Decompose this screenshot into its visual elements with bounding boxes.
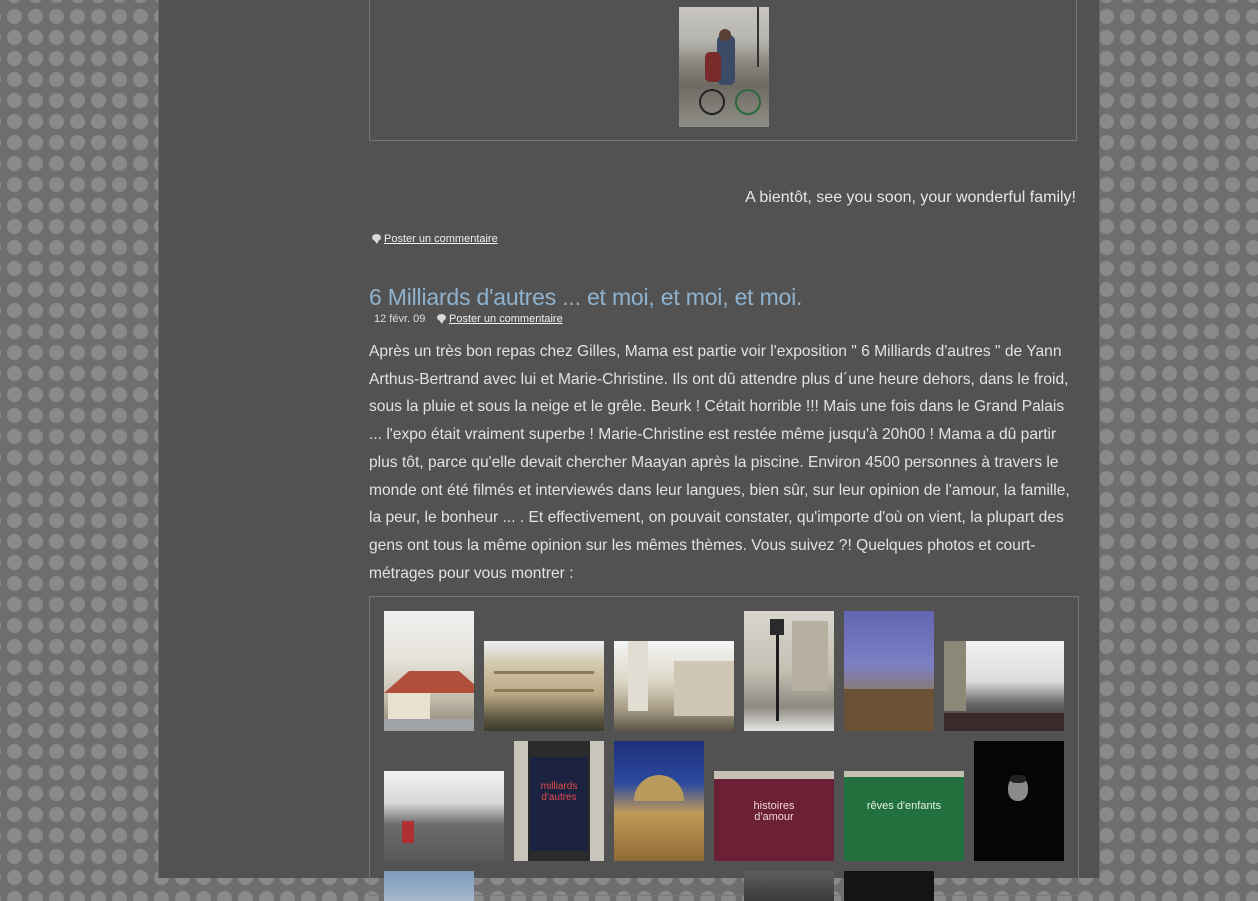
- previous-post-image-frame: [369, 0, 1077, 141]
- poster-text: histoires d'amour: [753, 800, 795, 823]
- post-date: 12 févr. 09: [374, 313, 426, 325]
- family-bicycle-photo[interactable]: [679, 7, 769, 127]
- gallery-photo[interactable]: [384, 871, 474, 901]
- photo-gallery: milliards d'autres histoires d'amour rêv…: [369, 596, 1079, 901]
- post-comment-link[interactable]: Poster un commentaire: [384, 233, 498, 245]
- post-body: Après un très bon repas chez Gilles, Mam…: [369, 343, 1070, 582]
- post-title[interactable]: 6 Milliards d'autres ... et moi, et moi,…: [369, 284, 802, 311]
- gallery-photo[interactable]: [614, 741, 704, 861]
- poster-text: rêves d'enfants: [866, 800, 942, 812]
- comment-bubble-icon: [437, 314, 446, 324]
- gallery-photo[interactable]: [744, 871, 834, 901]
- gallery-photo[interactable]: [614, 641, 734, 731]
- gallery-photo[interactable]: [484, 641, 604, 731]
- comment-bubble-icon: [372, 234, 381, 244]
- gallery-photo[interactable]: [744, 611, 834, 731]
- reves-poster-photo[interactable]: rêves d'enfants: [844, 771, 964, 861]
- gallery-photo[interactable]: [844, 611, 934, 731]
- blog-content-column: A bientôt, see you soon, your wonderful …: [158, 0, 1100, 901]
- gallery-photo[interactable]: [384, 771, 504, 861]
- poster-text: milliards d'autres: [540, 781, 578, 803]
- histoires-poster-photo[interactable]: histoires d'amour: [714, 771, 834, 861]
- farewell-text: A bientôt, see you soon, your wonderful …: [745, 189, 1076, 206]
- gallery-photo[interactable]: [844, 871, 934, 901]
- gallery-photo[interactable]: [944, 641, 1064, 731]
- milliards-poster-photo[interactable]: milliards d'autres: [514, 741, 604, 861]
- gallery-photo[interactable]: [974, 741, 1064, 861]
- post-comment-link[interactable]: Poster un commentaire: [449, 313, 563, 325]
- gallery-photo[interactable]: [384, 611, 474, 731]
